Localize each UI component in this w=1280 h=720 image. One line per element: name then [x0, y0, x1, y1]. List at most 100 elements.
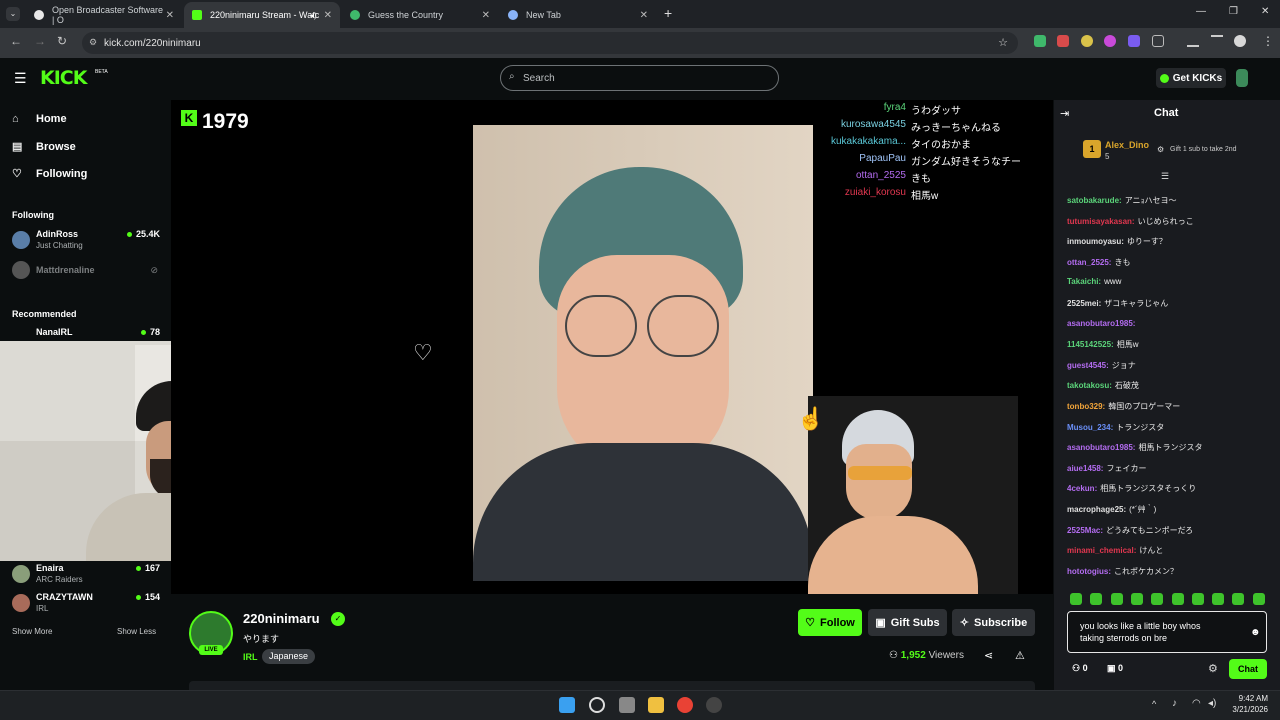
- emote-icon[interactable]: [1191, 593, 1204, 605]
- get-kicks-button[interactable]: Get KICKs: [1156, 68, 1226, 88]
- tray-chevron-icon[interactable]: ^: [1152, 699, 1156, 709]
- emote-icon[interactable]: [1212, 593, 1225, 605]
- speaker-icon[interactable]: ◂): [310, 11, 317, 20]
- emote-icon[interactable]: [1070, 593, 1082, 605]
- subs-balance[interactable]: ▣ 0: [1107, 663, 1123, 674]
- chat-message[interactable]: tonbo329: 韓国のプロゲーマー: [1067, 401, 1180, 412]
- profile-avatar-icon[interactable]: [1234, 35, 1246, 47]
- extension-icon[interactable]: [1104, 35, 1116, 47]
- chat-username[interactable]: aiue1458:: [1067, 464, 1103, 473]
- chat-message[interactable]: Takaichi: www: [1067, 277, 1121, 286]
- channel-item-enaira[interactable]: Enaira ARC Raiders 167: [12, 562, 160, 586]
- share-icon[interactable]: ⋖: [984, 649, 993, 662]
- sidebar-item-home[interactable]: ⌂ Home: [12, 113, 67, 125]
- microphone-icon[interactable]: ♪: [1172, 698, 1177, 709]
- tab-kick-stream[interactable]: 220ninimaru Stream - Watc ◂) ✕: [184, 2, 340, 28]
- extension-icon[interactable]: [1128, 35, 1140, 47]
- chat-username[interactable]: asanobutaro1985:: [1067, 319, 1135, 328]
- chat-username[interactable]: satobakarude:: [1067, 196, 1122, 205]
- hamburger-menu-icon[interactable]: ☰: [14, 70, 27, 87]
- kick-logo[interactable]: KICK: [40, 67, 87, 89]
- chat-message[interactable]: 2525mei: ザコキャラじゃん: [1067, 298, 1168, 309]
- close-window-icon[interactable]: ✕: [1261, 6, 1269, 17]
- chat-message[interactable]: macrophage25: (*´艸｀): [1067, 504, 1156, 515]
- tab-guess-country[interactable]: Guess the Country ✕: [342, 2, 498, 28]
- chat-username[interactable]: inmoumoyasu:: [1067, 237, 1124, 246]
- chat-message[interactable]: asanobutaro1985: 相馬トランジスタ: [1067, 442, 1202, 453]
- chat-message[interactable]: tutumisayakasan: いじめられっこ: [1067, 216, 1194, 227]
- emote-icon[interactable]: [1130, 593, 1143, 605]
- maximize-icon[interactable]: ❐: [1229, 6, 1238, 17]
- channel-item-crazytawn[interactable]: CRAZYTAWN IRL 154: [12, 591, 160, 615]
- emote-icon[interactable]: [1252, 593, 1265, 605]
- minimize-icon[interactable]: —: [1196, 6, 1206, 17]
- emoji-picker-icon[interactable]: ☻: [1250, 627, 1261, 639]
- search-icon[interactable]: [589, 697, 605, 713]
- emote-icon[interactable]: [1151, 593, 1164, 605]
- file-explorer-icon[interactable]: [648, 697, 664, 713]
- bookmark-star-icon[interactable]: ☆: [998, 36, 1008, 49]
- subscribe-button[interactable]: ✧ Subscribe: [952, 609, 1035, 636]
- show-more-link[interactable]: Show More: [12, 627, 52, 636]
- chat-username[interactable]: asanobutaro1985:: [1067, 443, 1135, 452]
- kicks-balance[interactable]: ⚇ 0: [1072, 663, 1088, 674]
- chat-username[interactable]: 4cekun:: [1067, 484, 1097, 493]
- chat-username[interactable]: tutumisayakasan:: [1067, 217, 1135, 226]
- pinned-toggle-icon[interactable]: ☰: [1161, 171, 1169, 182]
- obs-icon[interactable]: [706, 697, 722, 713]
- extension-icon[interactable]: [1034, 35, 1046, 47]
- download-icon[interactable]: [1187, 35, 1199, 47]
- task-view-icon[interactable]: [619, 697, 635, 713]
- chrome-icon[interactable]: [677, 697, 693, 713]
- emote-icon[interactable]: [1232, 593, 1245, 605]
- follow-button[interactable]: ♡ Follow: [798, 609, 862, 636]
- back-icon[interactable]: ←: [10, 34, 22, 48]
- close-icon[interactable]: ✕: [482, 10, 490, 21]
- chat-username[interactable]: Musou_234:: [1067, 423, 1113, 432]
- chat-username[interactable]: 2525Mac:: [1067, 526, 1103, 535]
- search-input[interactable]: ⌕ Search: [500, 65, 779, 91]
- channel-name[interactable]: 220ninimaru: [243, 611, 320, 626]
- chat-username[interactable]: guest4545:: [1067, 361, 1109, 370]
- chat-message[interactable]: guest4545: ジョナ: [1067, 360, 1136, 371]
- gift-subs-button[interactable]: ▣ Gift Subs: [868, 609, 947, 636]
- chat-message[interactable]: takotakosu: 石破茂: [1067, 380, 1139, 391]
- sidebar-item-browse[interactable]: ▤ Browse: [12, 140, 76, 154]
- volume-icon[interactable]: ◂): [1208, 698, 1216, 709]
- tab-obs[interactable]: Open Broadcaster Software | O ✕: [26, 2, 182, 28]
- category-link[interactable]: IRL: [243, 652, 258, 662]
- forward-icon[interactable]: →: [34, 34, 46, 48]
- channel-item-adinross[interactable]: AdinRoss Just Chatting 25.4K: [12, 228, 160, 252]
- show-less-link[interactable]: Show Less: [117, 627, 156, 636]
- chat-input[interactable]: you looks like a little boy whos taking …: [1067, 611, 1267, 653]
- extension-icon[interactable]: [1057, 35, 1069, 47]
- chat-message[interactable]: minami_chemical: けんと: [1067, 545, 1163, 556]
- clock-time[interactable]: 9:42 AM: [1232, 694, 1268, 703]
- close-icon[interactable]: ✕: [640, 10, 648, 21]
- emote-icon[interactable]: [1171, 593, 1184, 605]
- clock-date[interactable]: 3/21/2026: [1228, 705, 1268, 714]
- chat-username[interactable]: tonbo329:: [1067, 402, 1105, 411]
- emote-icon[interactable]: [1090, 593, 1103, 605]
- new-tab-button[interactable]: +: [664, 5, 672, 21]
- chat-message[interactable]: asanobutaro1985:: [1067, 319, 1138, 328]
- wifi-icon[interactable]: ◠: [1192, 698, 1201, 709]
- chat-username[interactable]: minami_chemical:: [1067, 546, 1136, 555]
- chat-message[interactable]: aiue1458: フェイカー: [1067, 463, 1146, 474]
- reading-list-icon[interactable]: [1211, 35, 1223, 47]
- channel-item-mattdrenaline[interactable]: Mattdrenaline ⊘: [12, 258, 160, 282]
- windows-start-icon[interactable]: [559, 697, 575, 713]
- heart-reaction-icon[interactable]: ♡: [413, 340, 433, 366]
- close-icon[interactable]: ✕: [324, 10, 332, 21]
- chat-message[interactable]: hototogius: これポケカメン？: [1067, 566, 1178, 577]
- extension-icon[interactable]: [1081, 35, 1093, 47]
- chat-username[interactable]: hototogius:: [1067, 567, 1111, 576]
- emote-icon[interactable]: [1110, 593, 1123, 605]
- report-icon[interactable]: ⚠: [1015, 649, 1025, 662]
- chat-username[interactable]: 2525mei:: [1067, 299, 1101, 308]
- tab-search-button[interactable]: ⌄: [6, 7, 20, 21]
- user-avatar[interactable]: [1236, 69, 1248, 87]
- reload-icon[interactable]: ↻: [57, 34, 67, 48]
- top-gifter-name[interactable]: Alex_Dino: [1105, 140, 1149, 150]
- chat-message[interactable]: satobakarude: アニｮハセヨ〜: [1067, 195, 1177, 206]
